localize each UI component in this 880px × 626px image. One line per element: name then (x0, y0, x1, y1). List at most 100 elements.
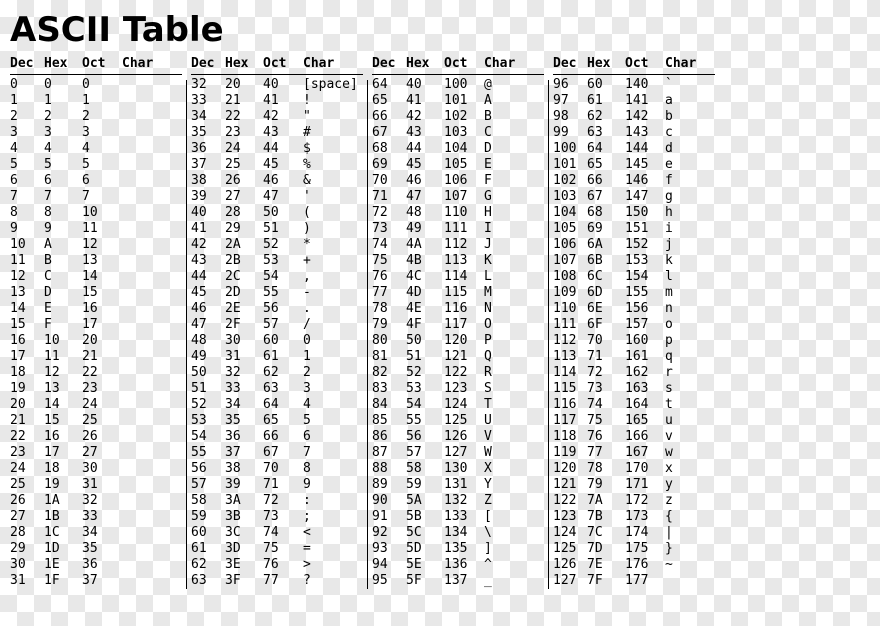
cell-oct: 137 (444, 573, 482, 589)
table-row: 12179171y (553, 477, 715, 493)
cell-dec: 1 (10, 93, 44, 109)
ascii-panel: DecHexOctChar6440100@6541101A6642102B674… (372, 56, 544, 589)
table-row: 442C54, (191, 269, 363, 285)
cell-oct: 132 (444, 493, 482, 509)
cell-hex: 2 (44, 109, 82, 125)
cell-char: 2 (301, 365, 363, 381)
cell-hex: 4E (406, 301, 444, 317)
cell-dec: 34 (191, 109, 225, 125)
cell-hex: 4D (406, 285, 444, 301)
cell-oct: 42 (263, 109, 301, 125)
cell-hex: 69 (587, 221, 625, 237)
cell-hex: 3 (44, 125, 82, 141)
table-row: 5234644 (191, 397, 363, 413)
cell-oct: 122 (444, 365, 482, 381)
cell-char: . (301, 301, 363, 317)
cell-hex: 60 (587, 77, 625, 93)
header-dec: Dec (191, 56, 225, 72)
cell-char: ~ (663, 557, 715, 573)
cell-hex: A (44, 237, 82, 253)
cell-oct: 152 (625, 237, 663, 253)
cell-char (120, 237, 182, 253)
cell-char: = (301, 541, 363, 557)
cell-hex: 7E (587, 557, 625, 573)
ascii-table-page: ASCII Table DecHexOctChar000111222333444… (10, 10, 870, 589)
table-row: 9761141a (553, 93, 715, 109)
cell-char (120, 445, 182, 461)
cell-char: r (663, 365, 715, 381)
cell-dec: 82 (372, 365, 406, 381)
table-row: 633F77? (191, 573, 363, 589)
cell-char: } (663, 541, 715, 557)
cell-char: p (663, 333, 715, 349)
header-hex: Hex (44, 56, 82, 72)
header-oct: Oct (444, 56, 482, 72)
cell-char: : (301, 493, 363, 509)
cell-char: P (482, 333, 544, 349)
cell-hex: 1D (44, 541, 82, 557)
cell-dec: 20 (10, 397, 44, 413)
table-row: 613D75= (191, 541, 363, 557)
cell-char: { (663, 509, 715, 525)
cell-dec: 19 (10, 381, 44, 397)
cell-dec: 36 (191, 141, 225, 157)
cell-dec: 51 (191, 381, 225, 397)
cell-hex: 52 (406, 365, 444, 381)
cell-hex: 29 (225, 221, 263, 237)
panel-header: DecHexOctChar (10, 56, 182, 75)
cell-dec: 81 (372, 349, 406, 365)
table-row: 593B73; (191, 509, 363, 525)
cell-dec: 37 (191, 157, 225, 173)
cell-char: ) (301, 221, 363, 237)
cell-hex: 4F (406, 317, 444, 333)
cell-dec: 49 (191, 349, 225, 365)
table-row: 1247C174| (553, 525, 715, 541)
cell-oct: 163 (625, 381, 663, 397)
cell-dec: 38 (191, 173, 225, 189)
table-row: 10468150h (553, 205, 715, 221)
cell-dec: 56 (191, 461, 225, 477)
cell-dec: 25 (10, 477, 44, 493)
cell-dec: 39 (191, 189, 225, 205)
cell-oct: 10 (82, 205, 120, 221)
cell-oct: 0 (82, 77, 120, 93)
cell-hex: 24 (225, 141, 263, 157)
cell-oct: 173 (625, 509, 663, 525)
cell-char (120, 173, 182, 189)
table-row: 301E36 (10, 557, 182, 573)
cell-oct: 162 (625, 365, 663, 381)
table-row: 13D15 (10, 285, 182, 301)
cell-oct: 154 (625, 269, 663, 285)
cell-dec: 22 (10, 429, 44, 445)
cell-oct: 23 (82, 381, 120, 397)
header-char: Char (663, 56, 715, 72)
cell-oct: 43 (263, 125, 301, 141)
cell-dec: 13 (10, 285, 44, 301)
table-row: 201424 (10, 397, 182, 413)
cell-char (120, 317, 182, 333)
cell-dec: 68 (372, 141, 406, 157)
cell-hex: 71 (587, 349, 625, 365)
cell-dec: 67 (372, 125, 406, 141)
cell-char: 4 (301, 397, 363, 413)
cell-oct: 3 (82, 125, 120, 141)
table-row: 291D35 (10, 541, 182, 557)
cell-char: D (482, 141, 544, 157)
panel-separator (548, 80, 549, 589)
cell-oct: 75 (263, 541, 301, 557)
cell-char: & (301, 173, 363, 189)
cell-char: \ (482, 525, 544, 541)
table-row: 10A12 (10, 237, 182, 253)
cell-char: + (301, 253, 363, 269)
cell-hex: 73 (587, 381, 625, 397)
cell-hex: 46 (406, 173, 444, 189)
cell-char: - (301, 285, 363, 301)
cell-hex: 20 (225, 77, 263, 93)
cell-char (120, 477, 182, 493)
cell-oct: 100 (444, 77, 482, 93)
cell-oct: 46 (263, 173, 301, 189)
cell-hex: E (44, 301, 82, 317)
table-row: 1086C154l (553, 269, 715, 285)
cell-oct: 64 (263, 397, 301, 413)
cell-hex: 7A (587, 493, 625, 509)
